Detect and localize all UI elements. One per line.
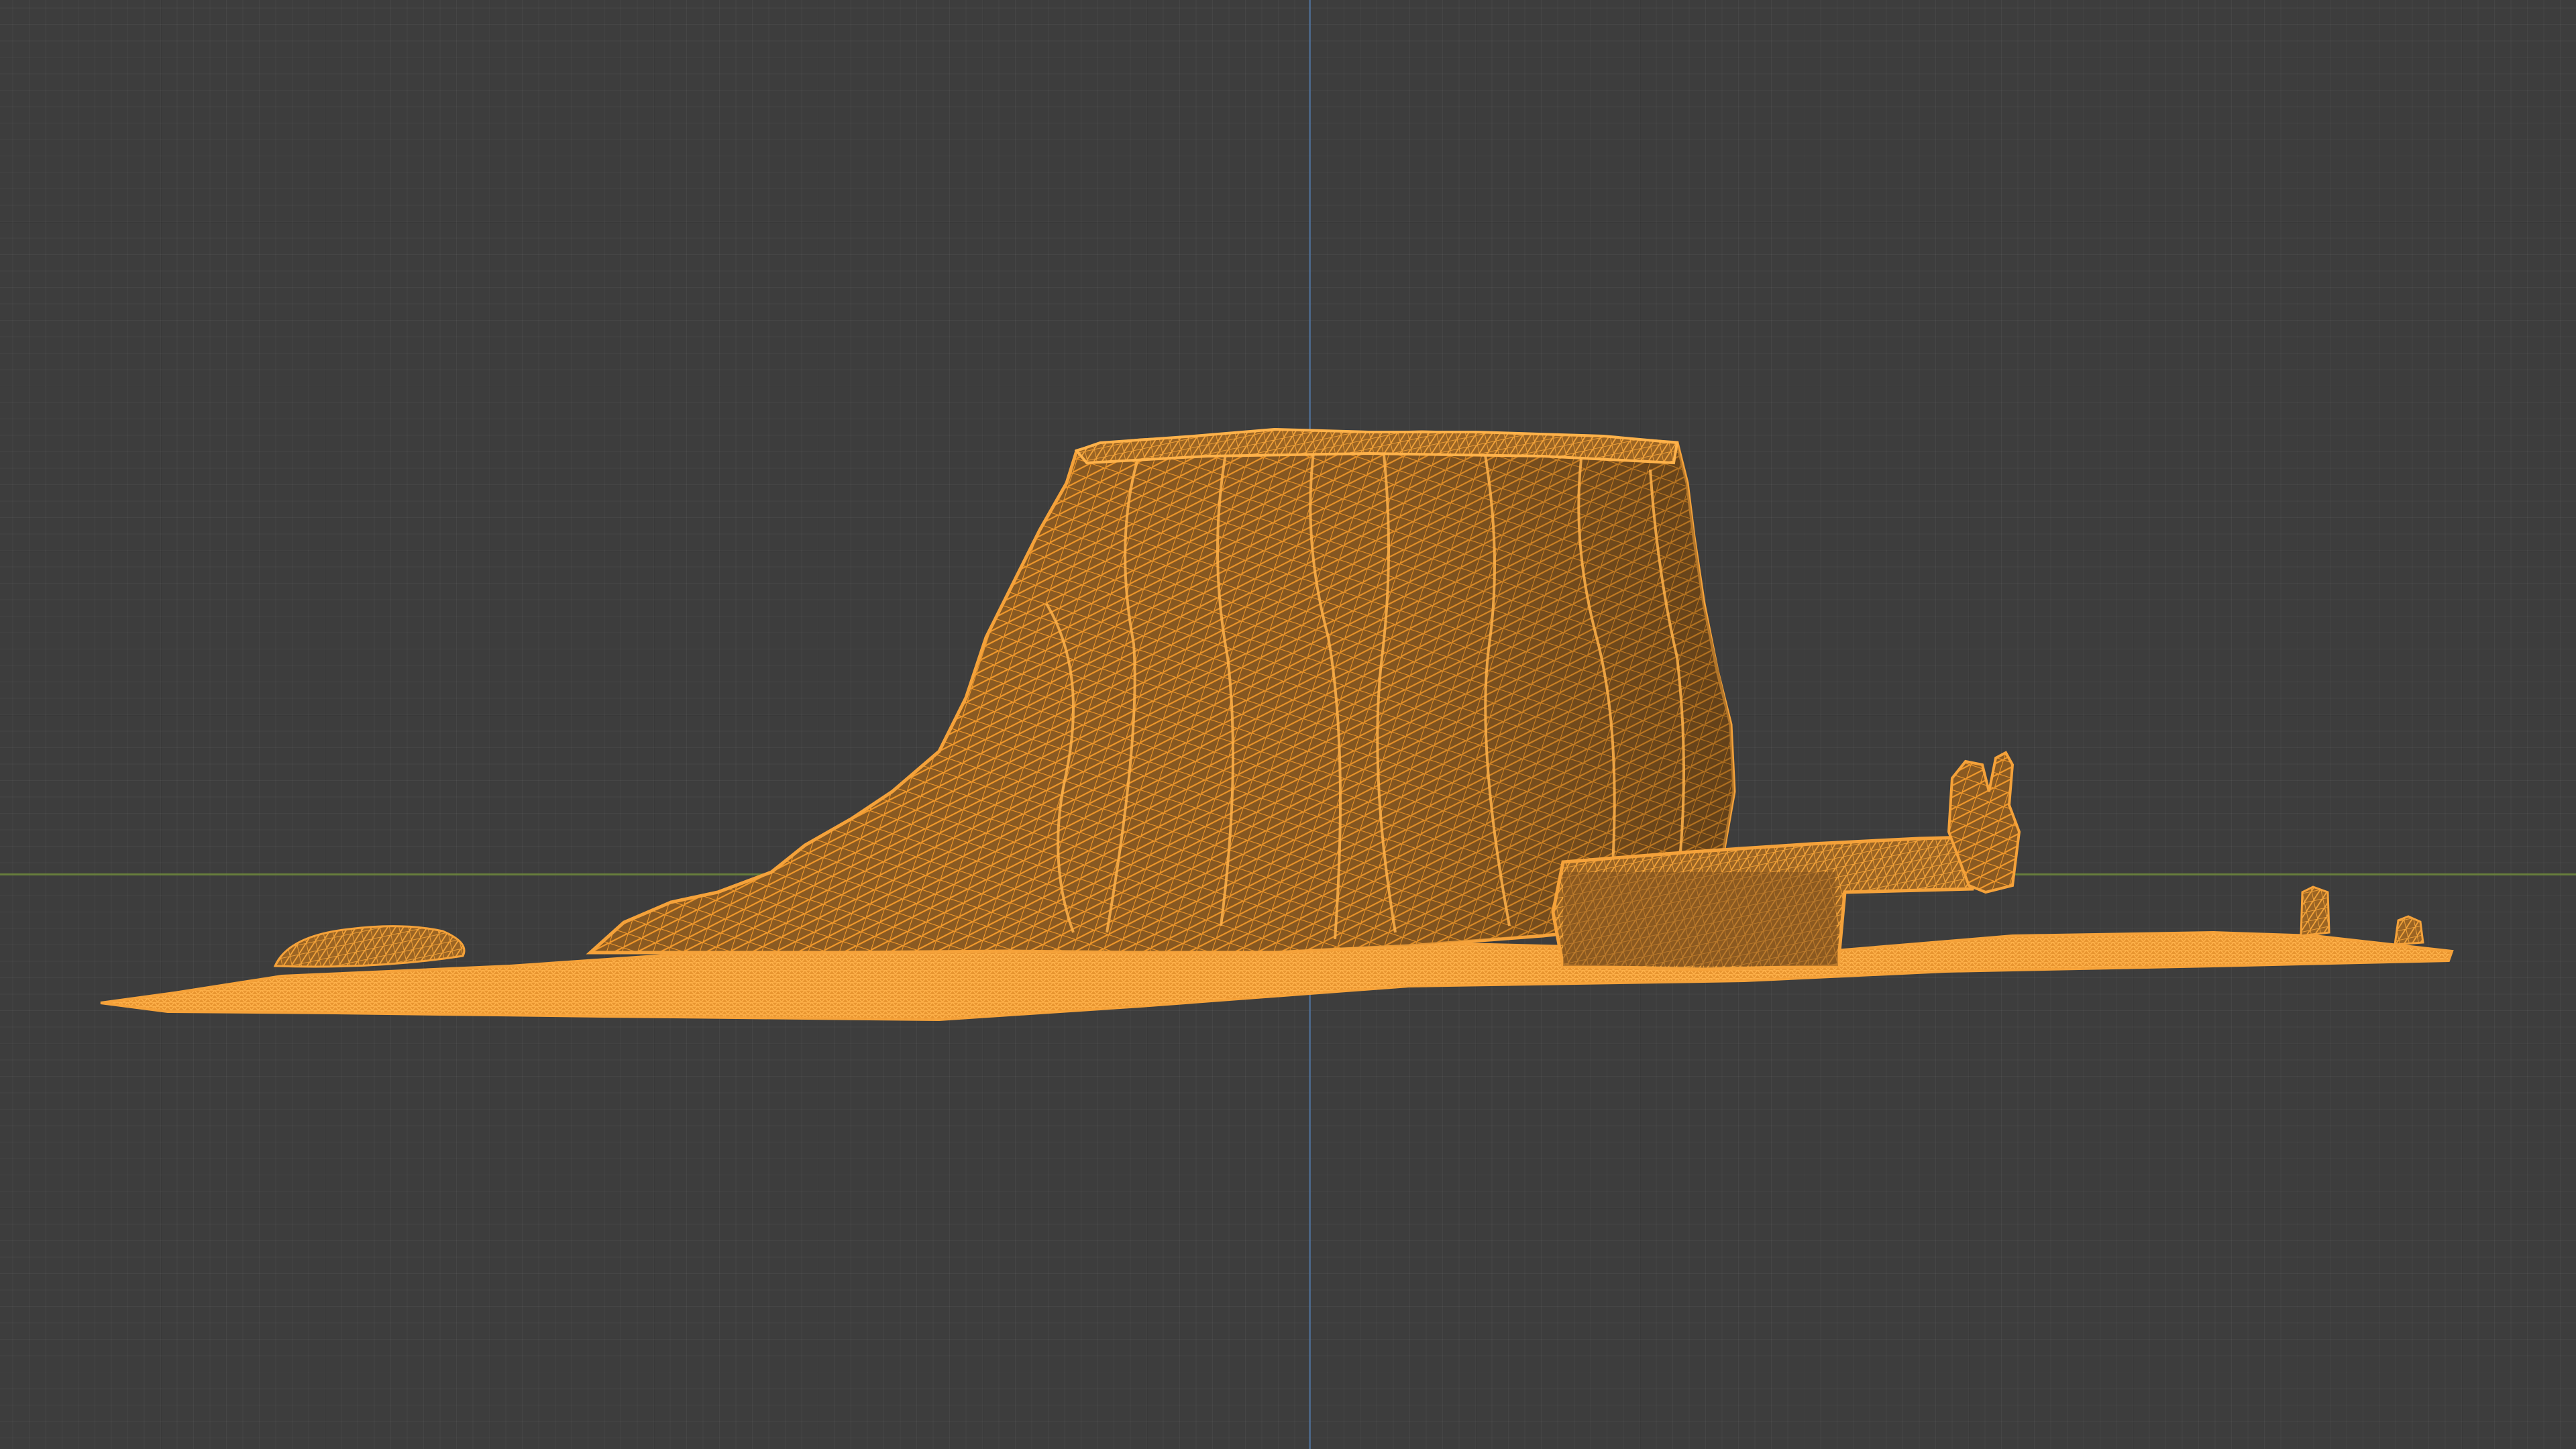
tiny-post-mesh: [2394, 915, 2424, 946]
3d-viewport[interactable]: [0, 0, 2576, 1449]
wireframe-mesh[interactable]: [0, 0, 2576, 1449]
left-mound-mesh: [273, 925, 466, 968]
wall-block-face: [1563, 872, 1838, 966]
small-post-mesh: [2300, 885, 2330, 937]
